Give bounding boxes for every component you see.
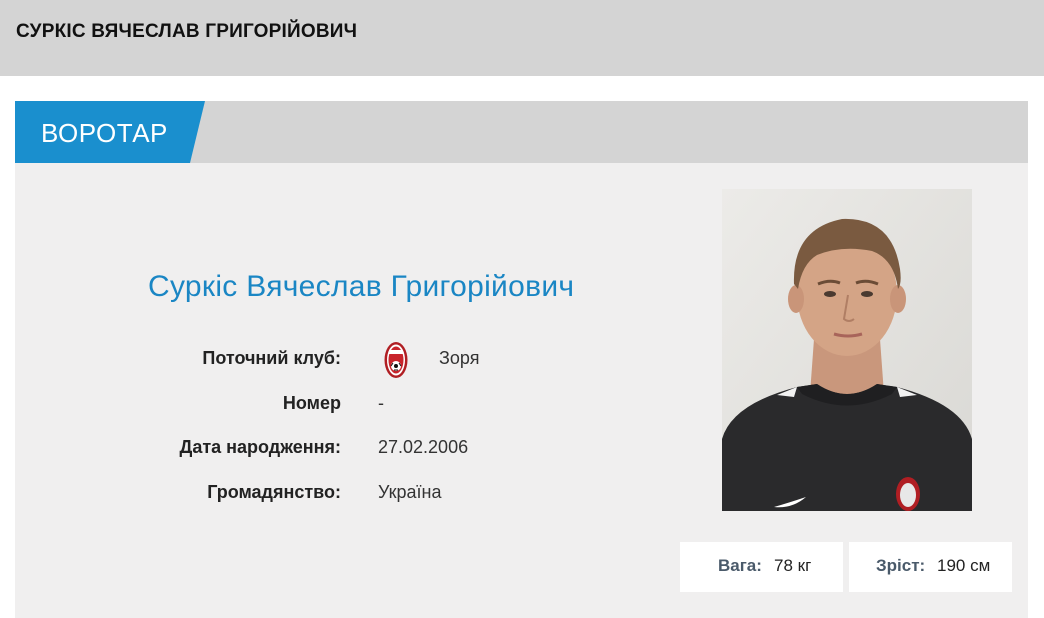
player-name: Суркіс Вячеслав Григорійович bbox=[148, 270, 575, 303]
weight-box: Вага: 78 кг bbox=[680, 542, 843, 592]
club-label: Поточний клуб: bbox=[202, 348, 341, 368]
club-value[interactable]: Зоря bbox=[439, 348, 479, 369]
weight-label: Вага: bbox=[718, 556, 762, 575]
height-value: 190 см bbox=[937, 556, 991, 575]
citizenship-label: Громадянство: bbox=[207, 482, 341, 502]
birth-date-value: 27.02.2006 bbox=[378, 437, 469, 457]
number-label-row: Номер bbox=[15, 393, 341, 417]
number-value: - bbox=[378, 393, 384, 413]
page-header: СУРКІС ВЯЧЕСЛАВ ГРИГОРІЙОВИЧ bbox=[0, 0, 1044, 76]
page-title: СУРКІС ВЯЧЕСЛАВ ГРИГОРІЙОВИЧ bbox=[16, 21, 358, 42]
position-label: ВОРОТАР bbox=[41, 118, 168, 148]
zorya-club-logo-icon[interactable] bbox=[384, 341, 408, 379]
height-box: Зріст: 190 см bbox=[849, 542, 1012, 592]
position-tab: ВОРОТАР bbox=[15, 101, 205, 163]
height-label: Зріст: bbox=[876, 556, 926, 575]
birth-label-row: Дата народження: bbox=[15, 437, 342, 461]
player-card: ВОРОТАР Суркіс Вячеслав Григорійович Пот… bbox=[15, 101, 1028, 618]
number-label: Номер bbox=[282, 393, 341, 413]
citizenship-label-row: Громадянство: bbox=[15, 482, 341, 506]
weight-value: 78 кг bbox=[774, 556, 812, 575]
citizenship-value: Україна bbox=[378, 482, 442, 502]
player-photo bbox=[722, 189, 972, 511]
club-label-row: Поточний клуб: bbox=[15, 348, 341, 372]
birth-date-label: Дата народження: bbox=[179, 437, 342, 457]
card-header: ВОРОТАР bbox=[15, 101, 1028, 163]
